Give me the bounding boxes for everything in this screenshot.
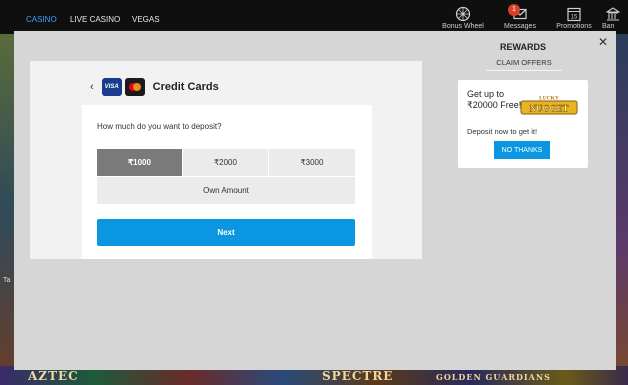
game-tile-aztec[interactable]: AZTEC [28, 369, 79, 383]
amount-option-1000[interactable]: ₹1000 [97, 149, 183, 176]
own-amount-option[interactable]: Own Amount [97, 176, 355, 204]
svg-text:NUGGET: NUGGET [529, 104, 568, 114]
close-icon[interactable]: ✕ [598, 35, 608, 49]
promotions-nav[interactable]: 15 Promotions [551, 6, 597, 30]
rewards-title: REWARDS [500, 42, 547, 52]
offer-subtext: Deposit now to get it! [467, 127, 538, 136]
offer-headline: Get up to ₹20000 Free! [467, 89, 522, 110]
claim-offers-tab[interactable]: CLAIM OFFERS [486, 58, 562, 71]
deposit-form: How much do you want to deposit? ₹1000 ₹… [82, 105, 372, 259]
deposit-title: Credit Cards [152, 81, 219, 93]
messages-label: Messages [504, 23, 536, 30]
background-side-text: Ta [3, 277, 11, 284]
mastercard-icon [124, 78, 145, 96]
bank-icon [606, 7, 620, 21]
bonus-wheel-label: Bonus Wheel [442, 23, 484, 30]
banking-nav[interactable]: Ban [602, 6, 628, 30]
amount-option-2000[interactable]: ₹2000 [183, 149, 269, 176]
promotions-label: Promotions [556, 23, 592, 30]
game-tile-golden-guardians[interactable]: GOLDEN GUARDIANS [436, 372, 551, 382]
deposit-panel: ‹ VISA Credit Cards How much do you want… [30, 61, 422, 259]
promotions-day: 15 [571, 15, 578, 21]
messages-nav[interactable]: 1 Messages [497, 4, 543, 30]
tab-casino[interactable]: CASINO [26, 15, 57, 24]
bonus-wheel-nav[interactable]: Bonus Wheel [440, 6, 486, 30]
messages-badge: 1 [508, 4, 520, 16]
back-chevron-icon[interactable]: ‹ [90, 81, 94, 93]
amount-options: ₹1000 ₹2000 ₹3000 Own Amount [97, 149, 355, 204]
calendar-icon: 15 [567, 7, 581, 22]
deposit-header: ‹ VISA Credit Cards [90, 77, 219, 97]
tab-vegas[interactable]: VEGAS [132, 15, 160, 24]
wheel-icon [455, 6, 471, 22]
tab-live-casino[interactable]: LIVE CASINO [70, 15, 120, 24]
svg-text:LUCKY: LUCKY [539, 96, 559, 102]
banking-label: Ban [602, 23, 615, 30]
offer-card: Get up to ₹20000 Free! LUCKY NUGGET Depo… [458, 80, 588, 168]
background-game-tiles-left [0, 34, 14, 385]
next-button[interactable]: Next [97, 219, 355, 246]
background-game-tiles-right [616, 34, 628, 385]
deposit-question: How much do you want to deposit? [97, 122, 222, 131]
deposit-modal: ✕ ‹ VISA Credit Cards How much do you wa… [14, 31, 616, 370]
game-tile-spectre[interactable]: SPECTRE [322, 369, 393, 383]
no-thanks-button[interactable]: NO THANKS [494, 141, 550, 159]
top-navigation: CASINO LIVE CASINO VEGAS Bonus Wheel 1 M… [0, 0, 628, 34]
visa-card-icon: VISA [101, 78, 122, 96]
amount-option-3000[interactable]: ₹3000 [269, 149, 355, 176]
lucky-nugget-logo: LUCKY NUGGET [520, 96, 578, 115]
